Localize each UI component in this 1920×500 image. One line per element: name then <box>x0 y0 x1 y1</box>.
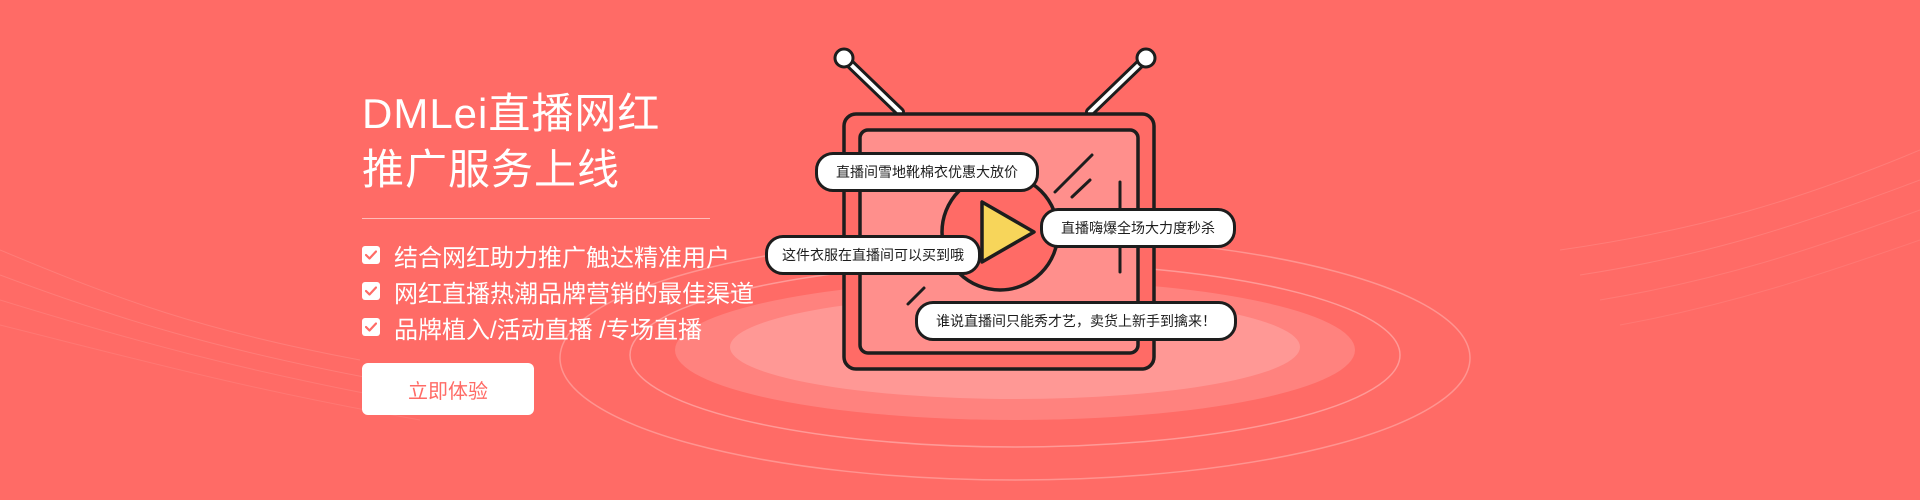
feature-item: 结合网红助力推广触达精准用户 <box>362 237 782 273</box>
chat-bubble: 这件衣服在直播间可以买到哦 <box>765 235 981 275</box>
chat-bubble: 谁说直播间只能秀才艺，卖货上新手到擒来！ <box>915 301 1237 341</box>
check-icon <box>362 318 380 336</box>
feature-list: 结合网红助力推广触达精准用户 网红直播热潮品牌营销的最佳渠道 品牌植入/活动直播… <box>362 237 782 345</box>
check-icon <box>362 246 380 264</box>
hero-title: DMLei直播网红 推广服务上线 <box>362 86 782 198</box>
hero-title-line-1: DMLei直播网红 <box>362 90 661 137</box>
chat-bubble: 直播间雪地靴棉衣优惠大放价 <box>815 152 1039 192</box>
hero-banner: DMLei直播网红 推广服务上线 结合网红助力推广触达精准用户 网红直播热潮品牌… <box>0 0 1920 500</box>
hero-copy: DMLei直播网红 推广服务上线 结合网红助力推广触达精准用户 网红直播热潮品牌… <box>362 86 782 415</box>
feature-item: 品牌植入/活动直播 /专场直播 <box>362 309 782 345</box>
feature-text: 结合网红助力推广触达精准用户 <box>394 244 730 272</box>
title-divider <box>362 218 710 219</box>
feature-text: 网红直播热潮品牌营销的最佳渠道 <box>394 280 754 308</box>
feature-text: 品牌植入/活动直播 /专场直播 <box>394 316 703 344</box>
feature-item: 网红直播热潮品牌营销的最佳渠道 <box>362 273 782 309</box>
check-icon <box>362 282 380 300</box>
try-now-button[interactable]: 立即体验 <box>362 363 534 415</box>
hero-title-line-2: 推广服务上线 <box>362 146 621 193</box>
chat-bubble: 直播嗨爆全场大力度秒杀 <box>1040 208 1236 248</box>
